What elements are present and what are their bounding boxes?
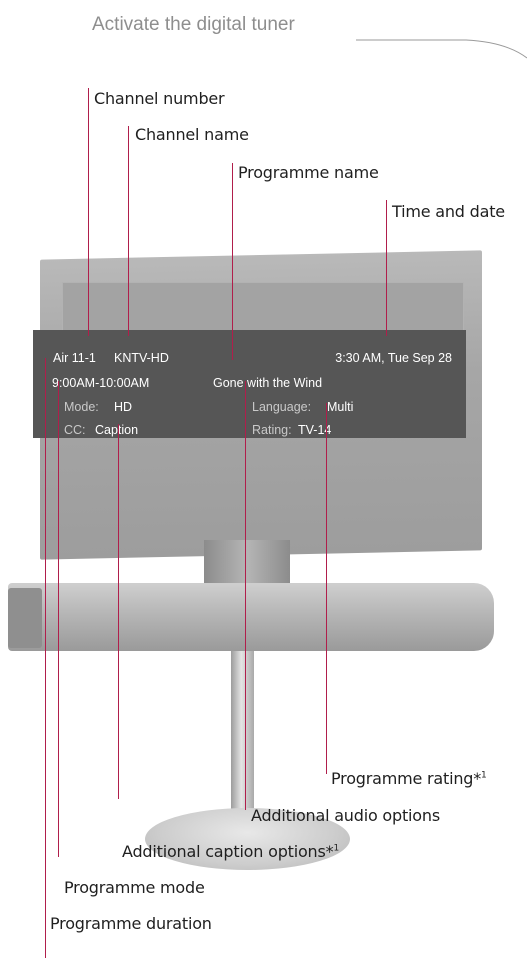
callout-additional-caption-text: Additional caption options*: [122, 842, 334, 861]
leader-additional-audio: [245, 381, 246, 810]
osd-mode-value: HD: [114, 400, 133, 414]
footnote-marker: 1: [333, 843, 339, 854]
page-title: Activate the digital tuner: [92, 14, 295, 35]
callout-additional-caption: Additional caption options*1: [122, 842, 339, 861]
osd-info-panel: Air 11-1 KNTV-HD 3:30 AM, Tue Sep 28 9:0…: [33, 330, 466, 438]
osd-rating-label: Rating:: [252, 423, 292, 437]
leader-time-date: [386, 200, 387, 336]
osd-language-label: Language:: [252, 400, 312, 414]
osd-channel-name: KNTV-HD: [114, 351, 169, 365]
callout-programme-rating-text: Programme rating*: [331, 769, 482, 788]
callout-programme-mode: Programme mode: [64, 878, 205, 897]
footnote-marker: 1: [481, 770, 487, 781]
leader-channel-number: [88, 88, 89, 336]
osd-cc-value: Caption: [95, 423, 139, 437]
osd-time-date: 3:30 AM, Tue Sep 28: [335, 351, 452, 365]
leader-channel-name: [128, 126, 129, 336]
osd-mode-label: Mode:: [64, 400, 99, 414]
osd-channel-number: Air 11-1: [53, 351, 96, 365]
soundbar-speaker: [8, 583, 494, 651]
tv-neck: [204, 540, 290, 585]
osd-duration: 9:00AM-10:00AM: [52, 376, 150, 390]
callout-channel-name: Channel name: [135, 125, 249, 144]
leader-programme-rating: [326, 403, 327, 774]
callout-programme-duration: Programme duration: [50, 914, 212, 933]
osd-cc-label: CC:: [64, 423, 86, 437]
osd-programme-name: Gone with the Wind: [213, 376, 323, 390]
leader-additional-caption: [118, 424, 119, 799]
osd-language-value: Multi: [327, 400, 354, 414]
leader-programme-mode: [58, 381, 59, 857]
callout-time-date: Time and date: [392, 202, 505, 221]
soundbar-end-cap: [8, 588, 42, 648]
callout-programme-name: Programme name: [238, 163, 379, 182]
callout-channel-number: Channel number: [94, 89, 225, 108]
header-rule: [356, 39, 527, 59]
leader-programme-duration: [45, 358, 46, 958]
callout-programme-rating: Programme rating*1: [331, 769, 487, 788]
callout-additional-audio: Additional audio options: [251, 806, 440, 825]
leader-programme-name: [232, 163, 233, 360]
